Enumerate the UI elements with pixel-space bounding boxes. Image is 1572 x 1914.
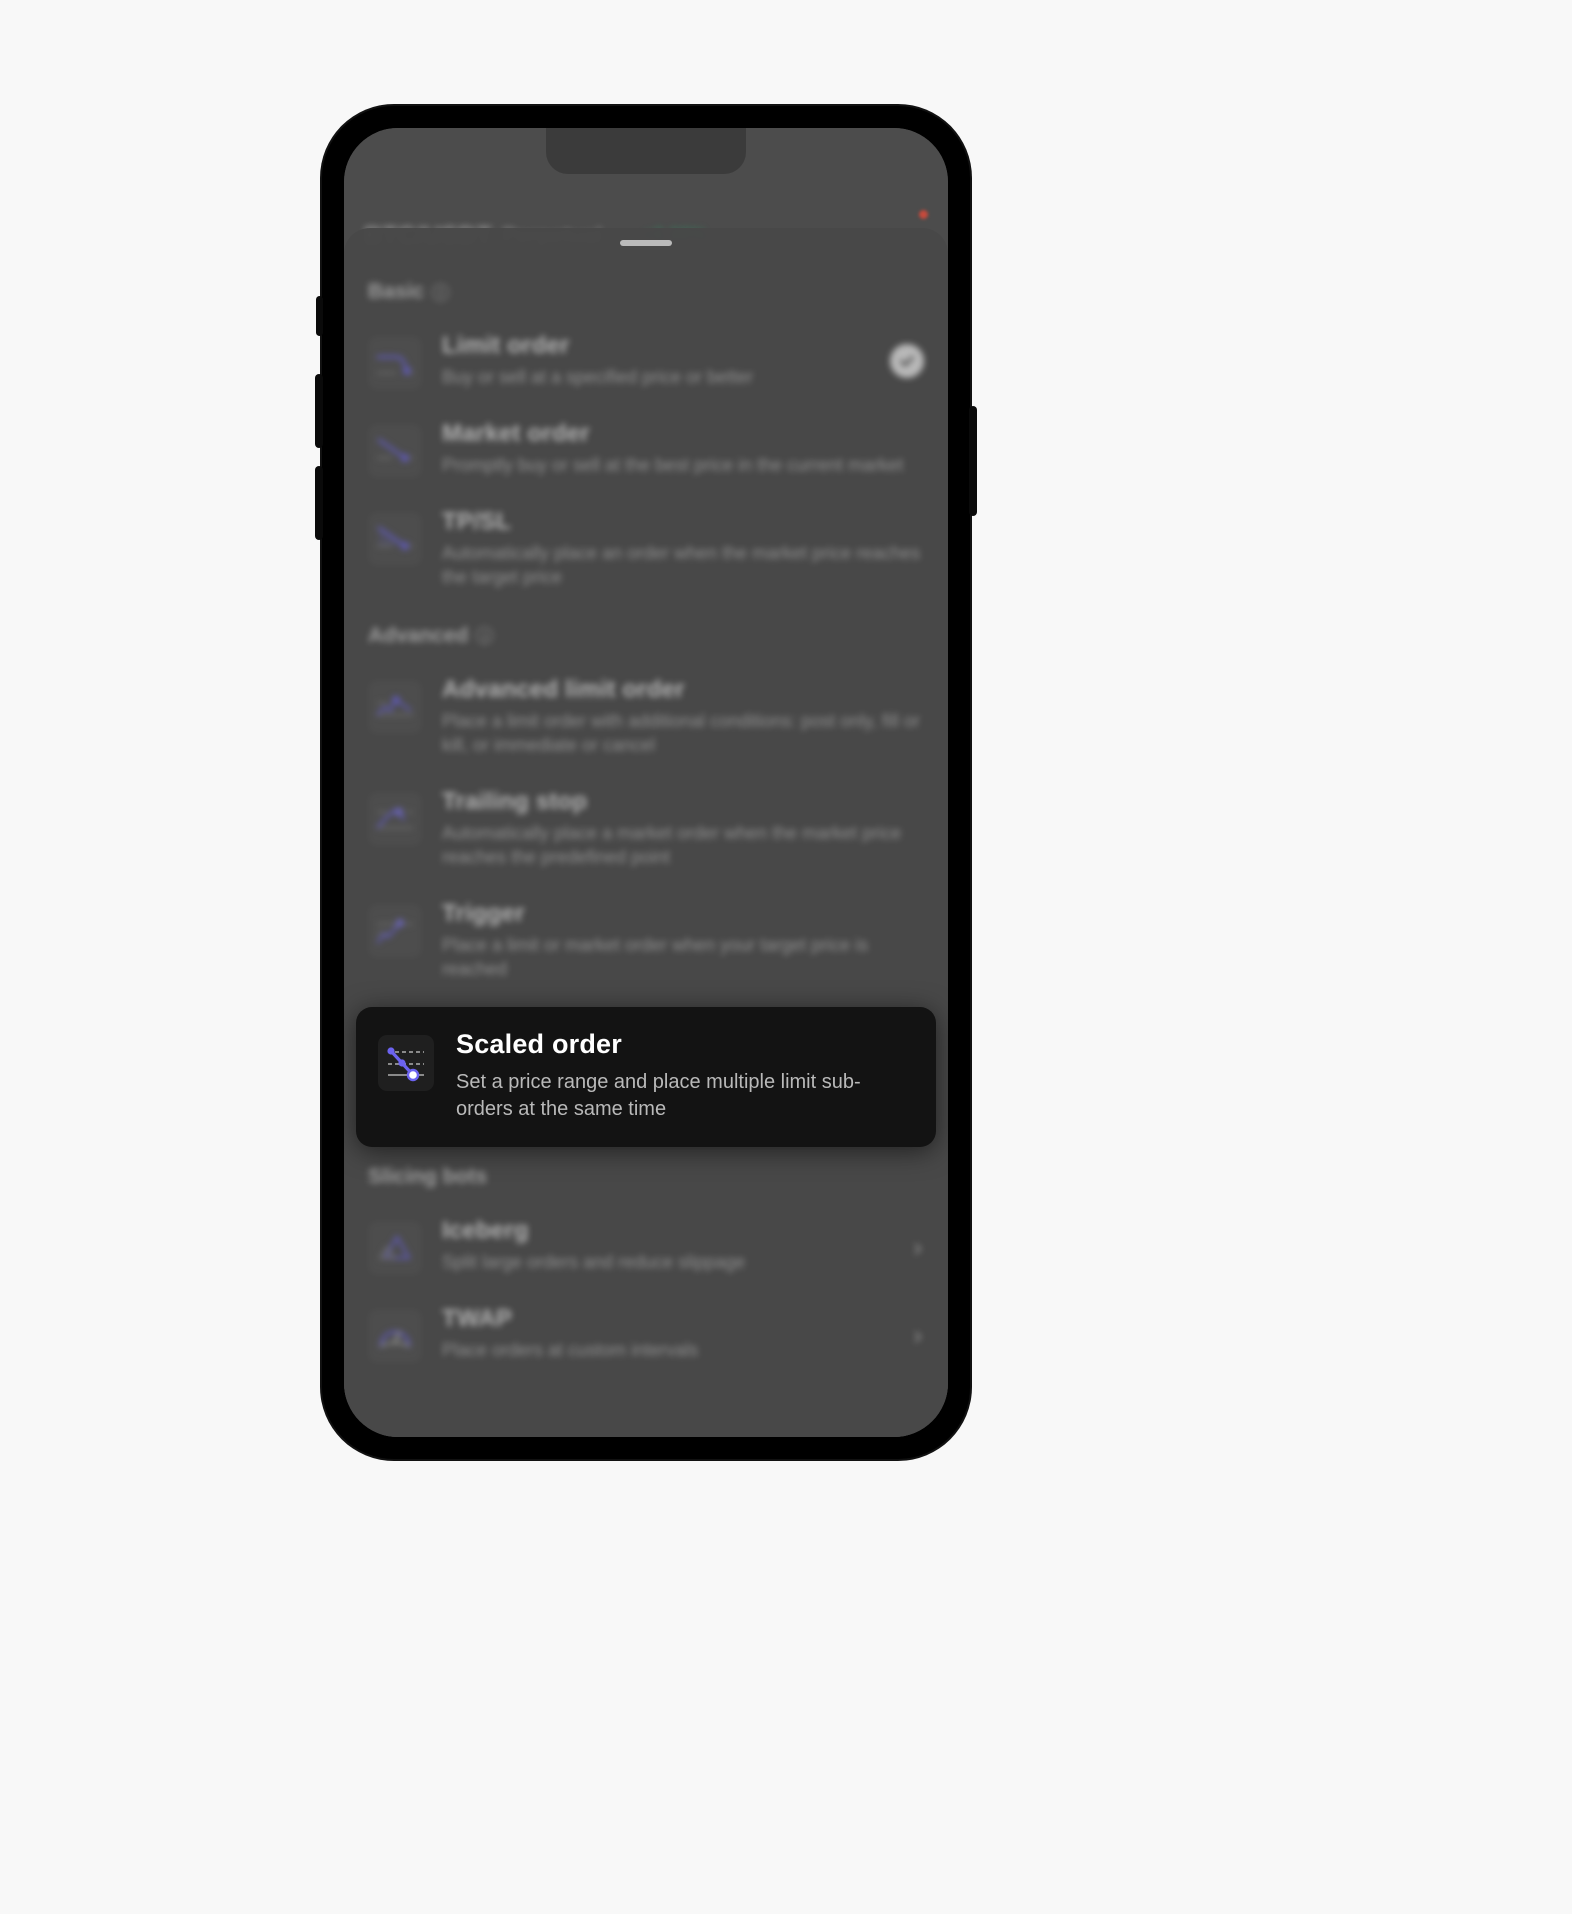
market-order-title: Market order: [442, 420, 590, 448]
twap-title: TWAP: [442, 1304, 513, 1332]
order-type-market-order[interactable]: Market order Promptly buy or sell at the…: [344, 406, 948, 494]
iceberg-triangle-icon: [368, 1221, 422, 1275]
trailing-stop-desc: Automatically place a market order when …: [442, 823, 902, 867]
trailing-stop-chart-icon: [368, 792, 422, 846]
section-label-slicing-bots-text: Slicing bots: [368, 1164, 488, 1188]
trailing-stop-text: Trailing stop Automatically place a mark…: [442, 788, 924, 870]
twap-gauge-icon: [368, 1309, 422, 1363]
order-type-limit-order[interactable]: Limit order Buy or sell at a specified p…: [344, 318, 948, 406]
advanced-limit-title: Advanced limit order: [442, 675, 685, 703]
trigger-title: Trigger: [442, 899, 525, 927]
advanced-limit-text: Advanced limit order Place a limit order…: [442, 676, 924, 758]
phone-frame: BTC/USDT Perpetual +0.00% Basic i: [315, 106, 977, 1459]
market-order-chart-icon: [368, 424, 422, 478]
order-type-trailing-stop[interactable]: Trailing stop Automatically place a mark…: [344, 774, 948, 886]
section-label-basic-text: Basic: [368, 280, 425, 303]
tpsl-chart-icon: [368, 512, 422, 566]
limit-order-title: Limit order: [442, 332, 570, 359]
limit-order-chart-icon: [368, 336, 422, 390]
advanced-limit-chart-icon: [368, 680, 422, 734]
iceberg-text: Iceberg Split large orders and reduce sl…: [442, 1217, 924, 1275]
limit-order-text: Limit order Buy or sell at a specified p…: [442, 332, 924, 390]
order-type-scaled-order[interactable]: Scaled order Set a price range and place…: [356, 1007, 936, 1147]
basic-section: Basic i Limit order Buy or sell at a spe…: [344, 280, 948, 606]
section-label-advanced: Advanced i: [344, 624, 948, 648]
twap-desc: Place orders at custom intervals: [442, 1340, 699, 1361]
selected-check-icon: [890, 344, 924, 378]
advanced-section: Advanced i Advanced limit order Place a …: [344, 624, 948, 997]
phone-volume-up-button[interactable]: [315, 374, 323, 448]
trailing-stop-title: Trailing stop: [442, 787, 588, 815]
trigger-desc: Place a limit or market order when your …: [442, 934, 869, 979]
section-label-basic: Basic i: [344, 280, 948, 304]
section-label-advanced-text: Advanced: [368, 623, 469, 647]
advanced-limit-desc: Place a limit order with additional cond…: [442, 711, 920, 755]
tpsl-text: TP/SL Automatically place an order when …: [442, 508, 924, 590]
scaled-order-text: Scaled order Set a price range and place…: [456, 1029, 912, 1122]
tpsl-title: TP/SL: [442, 508, 512, 536]
bottom-spacer: [344, 1379, 948, 1387]
phone-volume-down-button[interactable]: [315, 466, 323, 540]
order-type-advanced-limit-order[interactable]: Advanced limit order Place a limit order…: [344, 662, 948, 774]
info-icon[interactable]: i: [432, 283, 450, 301]
scaled-order-desc: Set a price range and place multiple lim…: [456, 1071, 861, 1121]
market-order-desc: Promptly buy or sell at the best price i…: [442, 455, 904, 476]
order-type-twap[interactable]: TWAP Place orders at custom intervals ›: [344, 1291, 948, 1379]
scaled-order-title: Scaled order: [456, 1029, 622, 1060]
iceberg-title: Iceberg: [442, 1216, 529, 1244]
phone-screen: BTC/USDT Perpetual +0.00% Basic i: [344, 128, 948, 1437]
chevron-right-icon[interactable]: ›: [913, 1322, 922, 1348]
market-order-text: Market order Promptly buy or sell at the…: [442, 420, 924, 478]
alert-dot-icon: [919, 210, 928, 219]
info-icon[interactable]: i: [476, 627, 494, 645]
twap-text: TWAP Place orders at custom intervals: [442, 1305, 924, 1363]
tpsl-desc: Automatically place an order when the ma…: [442, 543, 921, 588]
order-type-sheet: Basic i Limit order Buy or sell at a spe…: [344, 228, 948, 1437]
screenshot-canvas: BTC/USDT Perpetual +0.00% Basic i: [0, 0, 1572, 1914]
scaled-order-chart-icon: [378, 1035, 434, 1092]
order-type-trigger[interactable]: Trigger Place a limit or market order wh…: [344, 886, 948, 998]
iceberg-desc: Split large orders and reduce slippage: [442, 1252, 746, 1273]
sheet-body: Basic i Limit order Buy or sell at a spe…: [344, 228, 948, 1437]
trading-app: BTC/USDT Perpetual +0.00% Basic i: [344, 128, 948, 1437]
trigger-text: Trigger Place a limit or market order wh…: [442, 900, 924, 982]
order-type-tp-sl[interactable]: TP/SL Automatically place an order when …: [344, 494, 948, 606]
slicing-bots-section: Slicing bots Iceberg Split large orders …: [344, 1165, 948, 1387]
trigger-chart-icon: [368, 904, 422, 958]
phone-power-button[interactable]: [969, 406, 977, 516]
phone-mute-button[interactable]: [316, 296, 323, 336]
limit-order-desc: Buy or sell at a specified price or bett…: [442, 367, 754, 388]
phone-notch: [546, 128, 746, 174]
section-label-slicing-bots: Slicing bots: [344, 1165, 948, 1189]
chevron-right-icon[interactable]: ›: [913, 1234, 922, 1260]
order-type-iceberg[interactable]: Iceberg Split large orders and reduce sl…: [344, 1203, 948, 1291]
